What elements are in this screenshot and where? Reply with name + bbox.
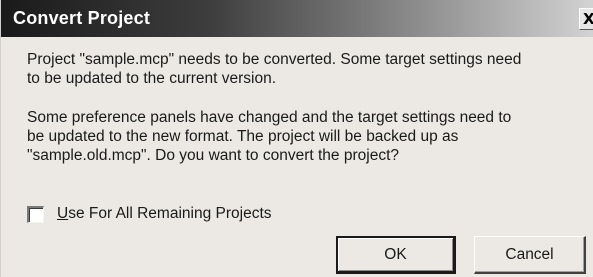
- close-icon: X: [583, 10, 593, 28]
- mnemonic-char: U: [57, 205, 69, 222]
- dialog-title: Convert Project: [13, 8, 151, 28]
- message-line: Some preference panels have changed and …: [27, 109, 512, 126]
- conversion-message: Project "sample.mcp" needs to be convert…: [27, 50, 587, 88]
- cancel-button[interactable]: Cancel: [474, 236, 586, 274]
- use-for-all-checkbox[interactable]: [27, 205, 44, 223]
- message-line: Project "sample.mcp" needs to be convert…: [27, 51, 522, 68]
- use-for-all-option[interactable]: Use For All Remaining Projects: [27, 204, 272, 224]
- ok-button[interactable]: OK: [336, 236, 456, 274]
- message-line: to be updated to the current version.: [27, 70, 277, 87]
- message-line: be updated to the new format. The projec…: [27, 128, 459, 145]
- title-bar: Convert Project X: [1, 0, 593, 37]
- convert-project-dialog: Convert Project X Project "sample.mcp" n…: [0, 0, 593, 277]
- use-for-all-label[interactable]: Use For All Remaining Projects: [57, 205, 272, 223]
- message-line: "sample.old.mcp". Do you want to convert…: [27, 147, 399, 164]
- close-button[interactable]: X: [579, 8, 593, 30]
- backup-message: Some preference panels have changed and …: [27, 108, 587, 165]
- label-rest: se For All Remaining Projects: [68, 205, 272, 222]
